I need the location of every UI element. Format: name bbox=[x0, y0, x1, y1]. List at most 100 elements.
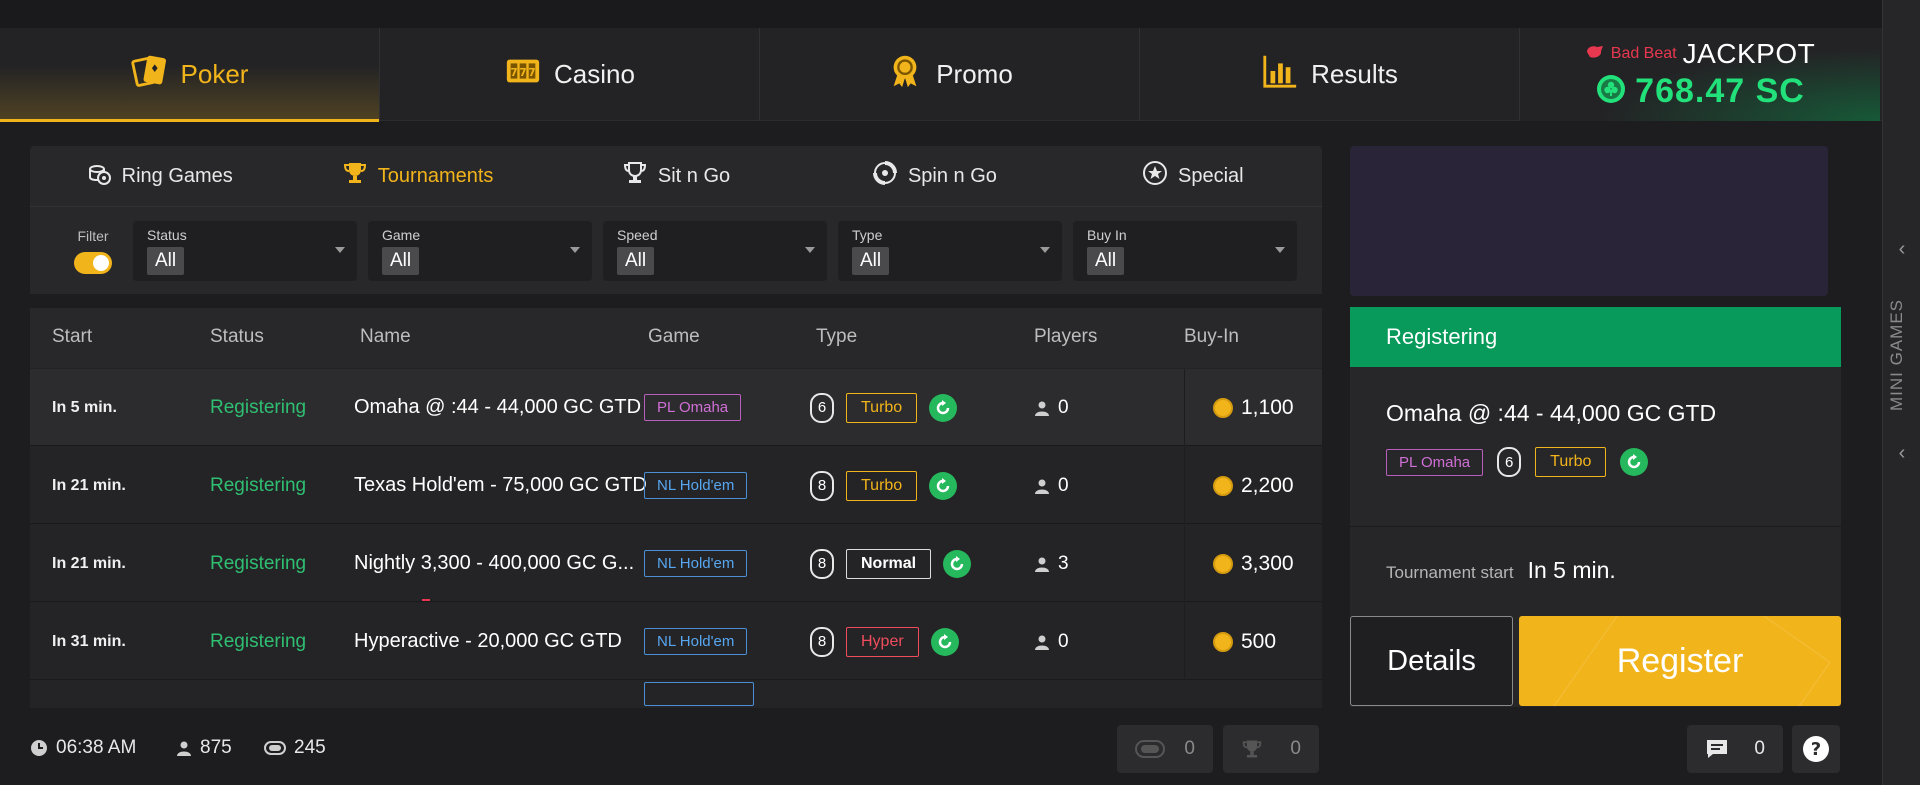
row-status: Registering bbox=[210, 474, 307, 496]
game-badge: NL Hold'em bbox=[644, 472, 748, 499]
nav-tab-poker[interactable]: Poker bbox=[0, 28, 380, 122]
tab-spin-n-go[interactable]: Spin n Go bbox=[805, 160, 1063, 192]
my-tournaments-count: 0 bbox=[1290, 738, 1301, 759]
nav-tab-label: Casino bbox=[554, 59, 635, 89]
user-icon bbox=[1035, 635, 1049, 650]
detail-title: Omaha @ :44 - 44,000 GC GTD bbox=[1386, 400, 1717, 426]
tournament-table: Start Status Name Game Type Players Buy-… bbox=[30, 308, 1322, 708]
row-name: Hyperactive - 20,000 GC GTD bbox=[354, 630, 622, 652]
clock-time: 06:38 AM bbox=[56, 737, 137, 758]
col-game-header[interactable]: Game bbox=[648, 326, 700, 348]
col-status-header[interactable]: Status bbox=[210, 326, 264, 348]
buyin-value: 3,300 bbox=[1241, 551, 1294, 575]
bad-beat-icon bbox=[1585, 44, 1605, 65]
jackpot-badge: Bad Beat bbox=[1610, 45, 1677, 62]
poker-lobby: Poker 777 Casino Promo Results Bad Beat … bbox=[0, 0, 1920, 785]
rebuy-icon bbox=[930, 627, 959, 656]
filter-toggle-group: Filter bbox=[64, 228, 122, 274]
tab-special[interactable]: Special bbox=[1064, 160, 1322, 192]
col-name-header[interactable]: Name bbox=[360, 326, 411, 348]
players-count: 0 bbox=[1058, 474, 1069, 496]
tab-ring-games[interactable]: Ring Games bbox=[30, 160, 288, 192]
register-label: Register bbox=[1616, 641, 1744, 680]
row-players: 0 bbox=[1034, 369, 1069, 446]
col-start-header[interactable]: Start bbox=[52, 326, 92, 348]
caret-down-icon bbox=[570, 246, 580, 253]
status-filter-select[interactable]: Status All bbox=[133, 220, 357, 281]
mini-games-label: MINI GAMES bbox=[1887, 299, 1906, 412]
row-status: Registering bbox=[210, 396, 307, 418]
buyin-value: 1,100 bbox=[1241, 395, 1294, 419]
jackpot-title: JACKPOT bbox=[1682, 38, 1816, 69]
jackpot-widget[interactable]: Bad Beat JACKPOT 768.47 SC bbox=[1520, 28, 1880, 121]
speed-filter-select[interactable]: Speed All bbox=[603, 220, 827, 281]
chevron-left-icon[interactable]: ‹ bbox=[1893, 443, 1911, 463]
chevron-left-icon[interactable]: ‹ bbox=[1893, 239, 1911, 259]
row-players: 0 bbox=[1034, 447, 1069, 524]
type-filter-select[interactable]: Type All bbox=[838, 220, 1062, 281]
tables-stat: 245 bbox=[264, 725, 326, 771]
table-row[interactable]: In 5 min. Registering Omaha @ :44 - 44,0… bbox=[30, 369, 1322, 446]
game-filter-select[interactable]: Game All bbox=[368, 220, 592, 281]
gold-coin-icon bbox=[1213, 553, 1233, 574]
row-status: Registering bbox=[210, 552, 307, 574]
nav-tab-results[interactable]: Results bbox=[1140, 28, 1520, 121]
speed-badge: Normal bbox=[846, 548, 932, 579]
table-icon bbox=[1135, 740, 1165, 758]
mini-games-rail[interactable]: ‹ MINI GAMES ‹ bbox=[1882, 0, 1920, 785]
seats-badge: 8 bbox=[810, 548, 834, 579]
players-online-count: 875 bbox=[200, 737, 232, 758]
row-type: 8 Normal bbox=[810, 525, 972, 602]
tab-tournaments[interactable]: Tournaments bbox=[288, 160, 546, 192]
clock-stat: 06:38 AM bbox=[30, 725, 136, 771]
caret-down-icon bbox=[335, 246, 345, 253]
top-strip bbox=[0, 0, 1882, 28]
chips-icon bbox=[86, 160, 112, 192]
chat-count: 0 bbox=[1754, 738, 1765, 759]
filter-toggle[interactable] bbox=[74, 251, 112, 274]
tab-label: Spin n Go bbox=[907, 164, 997, 187]
buyin-filter-select[interactable]: Buy In All bbox=[1073, 220, 1297, 281]
seats-badge: 6 bbox=[810, 392, 834, 423]
table-icon bbox=[264, 741, 286, 755]
my-tables-count: 0 bbox=[1184, 738, 1195, 759]
svg-text:7: 7 bbox=[528, 67, 535, 79]
col-buyin-header[interactable]: Buy-In bbox=[1184, 326, 1239, 348]
register-button[interactable]: Register bbox=[1519, 616, 1841, 706]
my-tournaments-button[interactable]: 0 bbox=[1223, 725, 1319, 773]
medal-icon bbox=[886, 52, 924, 97]
promo-banner[interactable] bbox=[1350, 146, 1828, 296]
seats-badge: 8 bbox=[810, 470, 834, 501]
col-players-header[interactable]: Players bbox=[1034, 326, 1097, 348]
tournament-start: Tournament start In 5 min. bbox=[1386, 557, 1616, 584]
star-icon bbox=[1142, 160, 1168, 192]
details-button[interactable]: Details bbox=[1350, 616, 1513, 706]
chat-button[interactable]: 0 bbox=[1687, 725, 1783, 773]
table-row[interactable]: In 21 min. Registering Nightly 3,300 - 4… bbox=[30, 525, 1322, 602]
row-game: PL Omaha bbox=[644, 369, 742, 446]
gold-coin-icon bbox=[1213, 397, 1233, 418]
row-name: Texas Hold'em - 75,000 GC GTD bbox=[354, 474, 647, 496]
nav-tab-promo[interactable]: Promo bbox=[760, 28, 1140, 121]
row-players: 0 bbox=[1034, 603, 1069, 680]
help-icon: ? bbox=[1803, 736, 1829, 762]
trophy-outline-icon bbox=[622, 160, 648, 192]
row-buyin: 2,200 bbox=[1184, 447, 1322, 524]
table-row[interactable]: In 21 min. Registering Texas Hold'em - 7… bbox=[30, 447, 1322, 524]
game-badge bbox=[644, 681, 754, 706]
nav-tab-casino[interactable]: 777 Casino bbox=[380, 28, 760, 121]
rebuy-icon bbox=[943, 549, 972, 578]
players-online-stat: 875 bbox=[176, 725, 232, 771]
select-value: All bbox=[1087, 246, 1125, 275]
nav-tab-label: Promo bbox=[936, 59, 1013, 89]
row-buyin: 3,300 bbox=[1184, 525, 1322, 602]
jackpot-amount: 768.47 SC bbox=[1635, 72, 1805, 110]
table-row[interactable] bbox=[30, 681, 1322, 708]
tab-sit-n-go[interactable]: Sit n Go bbox=[547, 160, 805, 192]
col-type-header[interactable]: Type bbox=[816, 326, 857, 348]
my-tables-button[interactable]: 0 bbox=[1117, 725, 1213, 773]
slot-777-icon: 777 bbox=[504, 52, 542, 97]
buyin-value: 500 bbox=[1241, 629, 1277, 653]
help-button[interactable]: ? bbox=[1792, 725, 1840, 773]
tab-label: Ring Games bbox=[121, 164, 233, 187]
